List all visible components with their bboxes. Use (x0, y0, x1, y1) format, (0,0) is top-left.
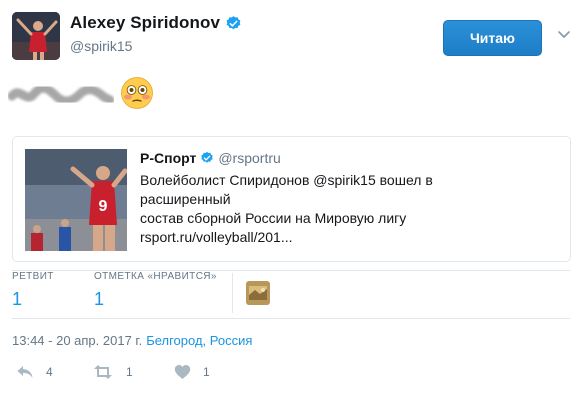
quoted-tweet-header: Р-Спорт @rsportru (140, 149, 560, 167)
jersey-number: 9 (99, 198, 108, 215)
quoted-tweet-card[interactable]: 9 Р-Спорт @rsportru Волейболист Спиридон… (12, 136, 571, 262)
user-handle[interactable]: @spirik15 (70, 38, 132, 54)
blurred-text (8, 83, 114, 106)
quoted-text-line: Волейболист Спиридонов @spirik15 вошел в… (140, 172, 433, 207)
quoted-author-name[interactable]: Р-Спорт (140, 149, 196, 167)
quoted-tweet-image[interactable]: 9 (25, 149, 127, 251)
stats-separator (232, 273, 233, 313)
retweets-label: РЕТВИТ (12, 271, 54, 282)
liker-avatar[interactable] (246, 281, 270, 305)
tweet-location[interactable]: Белгород, Россия (146, 333, 252, 348)
retweets-stat[interactable]: РЕТВИТ 1 (12, 271, 54, 310)
reply-icon[interactable] (16, 364, 34, 380)
retweet-icon[interactable] (92, 364, 114, 380)
heart-icon[interactable] (174, 364, 191, 380)
likes-stat[interactable]: ОТМЕТКА «НРАВИТСЯ» 1 (94, 271, 217, 310)
chevron-down-icon[interactable] (556, 26, 572, 42)
quoted-tweet-text: Волейболист Спиридонов @spirik15 вошел в… (140, 171, 520, 247)
verified-badge-icon (201, 151, 214, 163)
likes-label: ОТМЕТКА «НРАВИТСЯ» (94, 271, 217, 282)
reply-action[interactable]: 4 (16, 364, 53, 380)
quoted-tweet-body: Р-Спорт @rsportru Волейболист Спиридонов… (140, 149, 560, 247)
tweet-meta: 13:44 - 20 апр. 2017 г. Белгород, Россия (12, 333, 252, 348)
retweet-count: 1 (126, 365, 133, 379)
verified-badge-icon (226, 15, 241, 29)
tweet-timestamp[interactable]: 13:44 - 20 апр. 2017 г. (12, 333, 142, 348)
stats-bottom-divider (12, 318, 570, 319)
flushed-face-icon (121, 77, 153, 109)
like-action[interactable]: 1 (174, 364, 210, 380)
quoted-author-handle[interactable]: @rsportru (218, 149, 280, 167)
retweets-count[interactable]: 1 (12, 289, 54, 310)
tweet-text (8, 76, 208, 116)
likes-count[interactable]: 1 (94, 289, 217, 310)
reply-count: 4 (46, 365, 53, 379)
user-name[interactable]: Alexey Spiridonov (70, 13, 242, 33)
retweet-action[interactable]: 1 (92, 364, 133, 380)
user-name-text[interactable]: Alexey Spiridonov (70, 13, 220, 33)
like-count: 1 (203, 365, 210, 379)
quoted-link[interactable]: rsport.ru/volleyball/201... (140, 228, 520, 247)
following-button[interactable]: Читаю (443, 20, 542, 56)
user-avatar[interactable] (12, 12, 60, 60)
quoted-text-line: состав сборной России на Мировую лигу (140, 210, 407, 226)
